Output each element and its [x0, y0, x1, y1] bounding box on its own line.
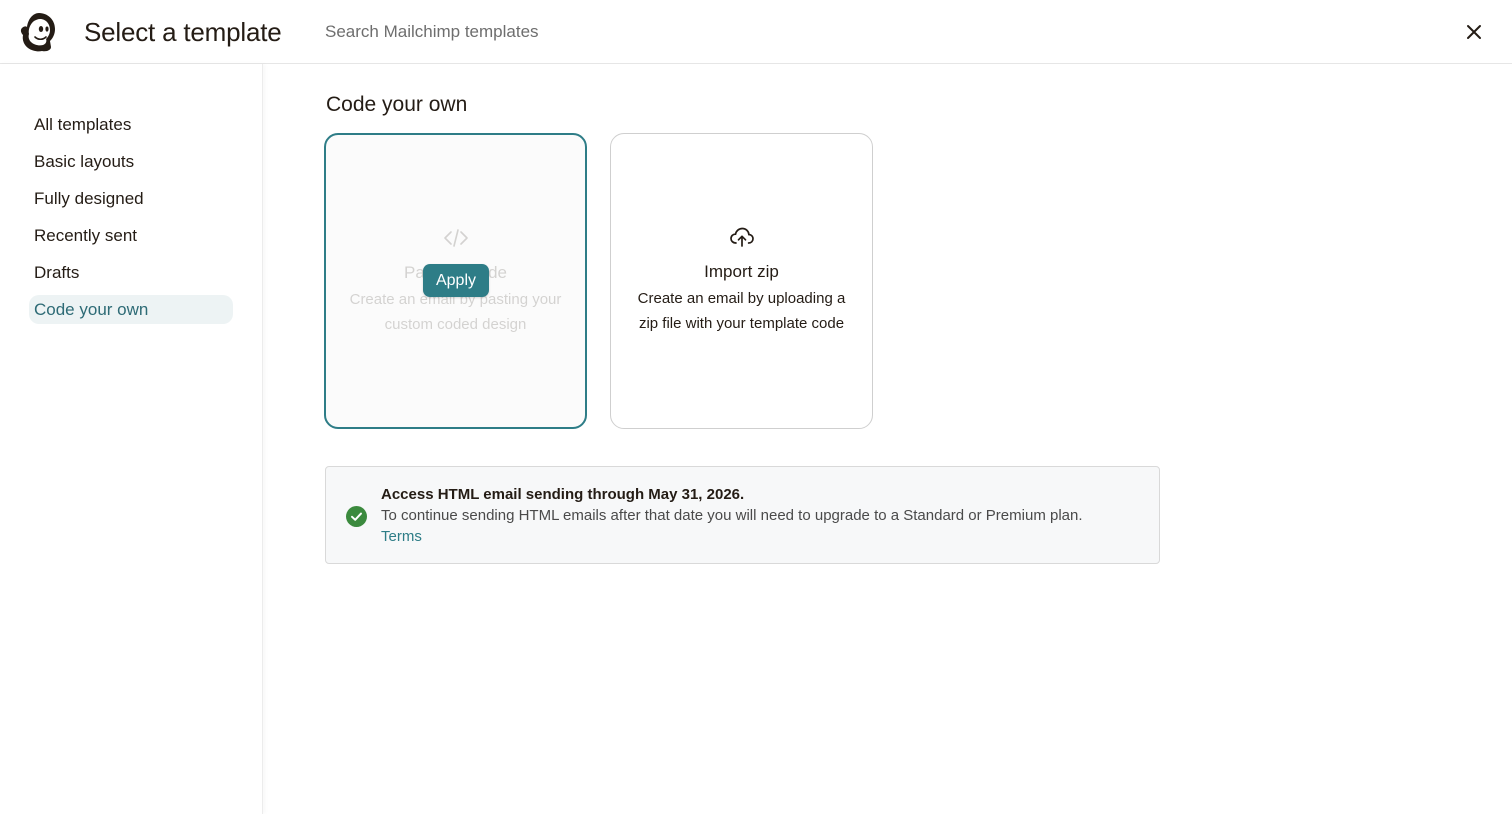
notice-body: To continue sending HTML emails after th… [381, 507, 1083, 524]
check-circle-icon [346, 506, 367, 527]
sidebar-item-basic-layouts[interactable]: Basic layouts [29, 147, 233, 176]
paste-in-code-card[interactable]: Paste in code Create an email by pasting… [324, 133, 587, 429]
section-title: Code your own [326, 93, 468, 116]
card-title: Import zip [704, 262, 779, 281]
apply-button[interactable]: Apply [423, 264, 489, 297]
close-icon [1467, 25, 1481, 39]
page-title: Select a template [84, 17, 282, 47]
sidebar-item-recently-sent[interactable]: Recently sent [29, 221, 233, 250]
import-zip-card[interactable]: Import zip Create an email by uploading … [610, 133, 873, 429]
mailchimp-logo-icon[interactable] [18, 10, 60, 54]
cloud-upload-icon [729, 224, 755, 250]
sidebar-item-drafts[interactable]: Drafts [29, 258, 233, 287]
notice-title: Access HTML email sending through May 31… [381, 486, 745, 503]
sidebar-item-all-templates[interactable]: All templates [29, 110, 233, 139]
close-button[interactable] [1460, 18, 1488, 46]
card-description: Create an email by uploading a zip file … [637, 290, 846, 332]
header-bar: Select a template [0, 0, 1512, 64]
code-icon [443, 225, 469, 251]
search-input[interactable] [318, 14, 878, 50]
sidebar-item-code-your-own[interactable]: Code your own [29, 295, 233, 324]
sidebar-item-fully-designed[interactable]: Fully designed [29, 184, 233, 213]
sidebar: All templates Basic layouts Fully design… [0, 64, 263, 814]
html-sending-notice: Access HTML email sending through May 31… [325, 466, 1160, 564]
terms-link[interactable]: Terms [381, 527, 422, 547]
